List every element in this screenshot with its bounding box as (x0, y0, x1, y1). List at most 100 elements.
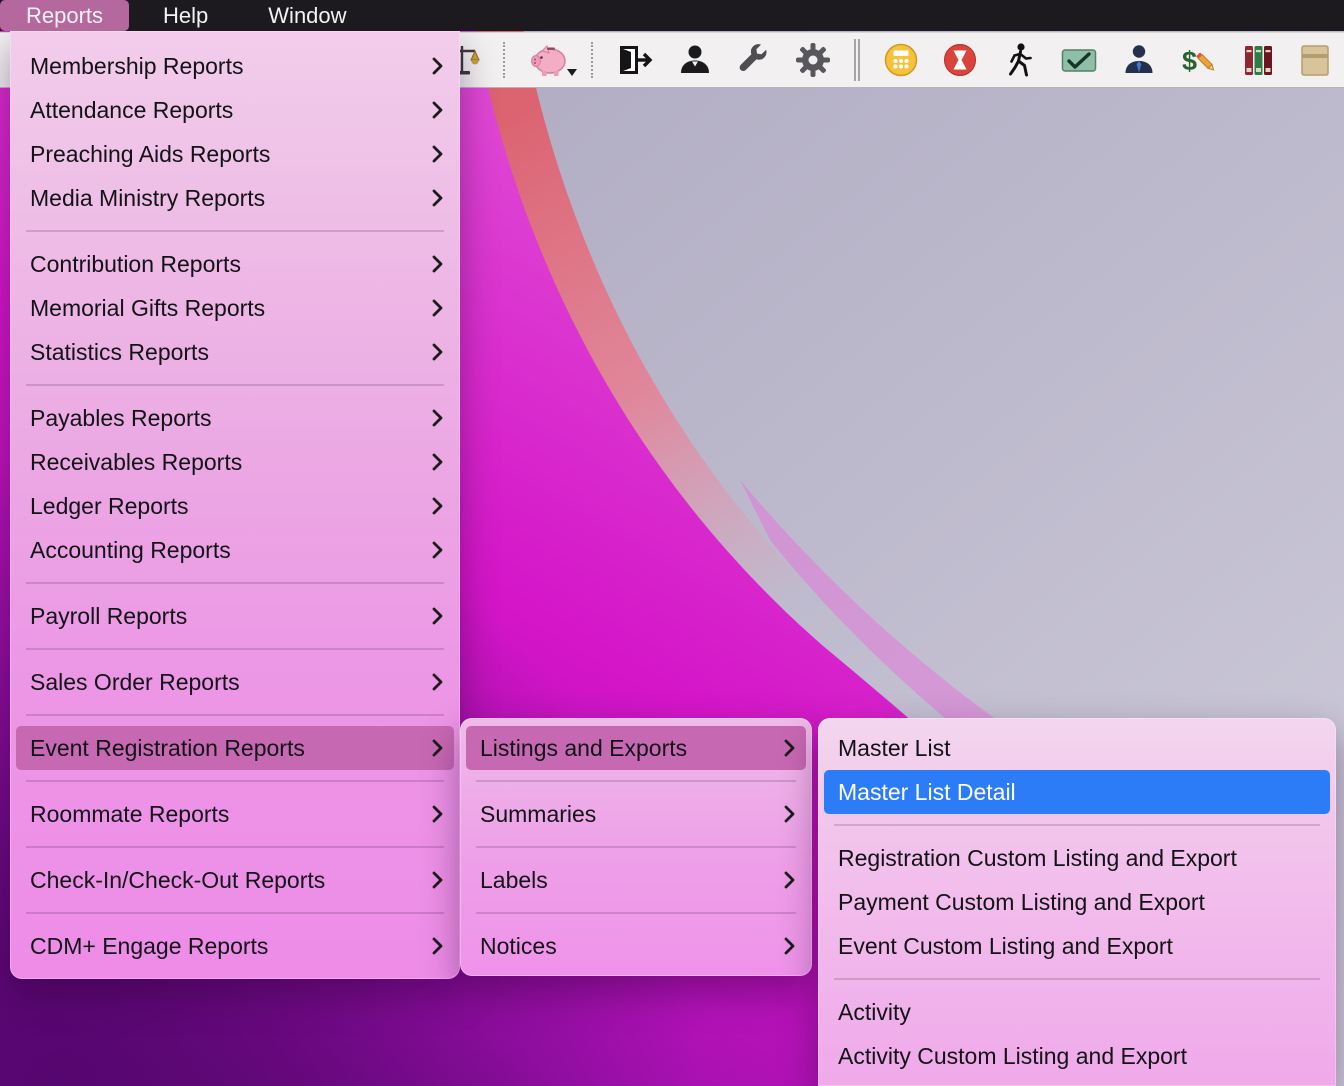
menu-item-labels[interactable]: Labels (466, 858, 806, 902)
menu-item-receivables-reports[interactable]: Receivables Reports (16, 440, 454, 484)
chevron-right-icon (431, 298, 444, 318)
hourglass-icon[interactable] (942, 42, 978, 78)
menu-separator (26, 912, 444, 914)
chevron-right-icon (431, 100, 444, 120)
menubar-item-help[interactable]: Help (137, 0, 234, 31)
menu-item-label: Check-In/Check-Out Reports (30, 867, 325, 894)
menu-item-label: Receivables Reports (30, 449, 242, 476)
menu-item-summaries[interactable]: Summaries (466, 792, 806, 836)
menu-item-label: Attendance Reports (30, 97, 233, 124)
menu-item-master-list-detail[interactable]: Master List Detail (824, 770, 1330, 814)
chevron-right-icon (431, 936, 444, 956)
menu-item-statistics-reports[interactable]: Statistics Reports (16, 330, 454, 374)
chevron-right-icon (783, 870, 796, 890)
menu-item-attendance-reports[interactable]: Attendance Reports (16, 88, 454, 132)
menu-item-label: Contribution Reports (30, 251, 241, 278)
piggy-bank-icon[interactable] (528, 42, 568, 78)
menu-separator (834, 978, 1320, 980)
chevron-right-icon (431, 804, 444, 824)
sign-out-icon[interactable] (616, 42, 654, 78)
menu-item-sales-order-reports[interactable]: Sales Order Reports (16, 660, 454, 704)
menu-item-label: Listings and Exports (480, 735, 687, 762)
menu-item-memorial-gifts-reports[interactable]: Memorial Gifts Reports (16, 286, 454, 330)
chevron-right-icon (783, 936, 796, 956)
menu-item-activity[interactable]: Activity (824, 990, 1330, 1034)
walking-person-icon[interactable] (1001, 42, 1037, 78)
toolbar-separator-double (854, 39, 860, 81)
menu-item-membership-reports[interactable]: Membership Reports (16, 44, 454, 88)
menu-item-preaching-aids-reports[interactable]: Preaching Aids Reports (16, 132, 454, 176)
menu-item-label: Event Registration Reports (30, 735, 305, 762)
menu-item-label: Master List (838, 735, 950, 762)
payroll-dollar-pencil-icon[interactable]: $ (1180, 42, 1218, 78)
menu-item-label: Event Custom Listing and Export (838, 933, 1173, 960)
check-register-icon[interactable] (1060, 42, 1098, 78)
toolbar-separator (503, 42, 505, 78)
menu-separator (834, 824, 1320, 826)
wrench-icon[interactable] (736, 42, 772, 78)
menu-item-label: Membership Reports (30, 53, 243, 80)
menu-item-media-ministry-reports[interactable]: Media Ministry Reports (16, 176, 454, 220)
chevron-right-icon (783, 804, 796, 824)
menu-item-label: Ledger Reports (30, 493, 189, 520)
menu-item-contribution-reports[interactable]: Contribution Reports (16, 242, 454, 286)
dropdown-caret-icon[interactable] (567, 69, 577, 76)
chevron-right-icon (431, 452, 444, 472)
menu-item-label: Statistics Reports (30, 339, 209, 366)
calculator-icon[interactable] (883, 42, 919, 78)
chevron-right-icon (431, 672, 444, 692)
menu-item-payables-reports[interactable]: Payables Reports (16, 396, 454, 440)
menu-item-listings-and-exports[interactable]: Listings and Exports (466, 726, 806, 770)
menu-separator (476, 780, 796, 782)
chevron-right-icon (431, 540, 444, 560)
chevron-right-icon (431, 56, 444, 76)
toolbar-separator (591, 42, 593, 78)
chevron-right-icon (431, 144, 444, 164)
menu-separator (26, 648, 444, 650)
menu-item-label: Activity (838, 999, 911, 1026)
menubar-item-window[interactable]: Window (242, 0, 372, 31)
menu-item-payment-custom-listing-and-export[interactable]: Payment Custom Listing and Export (824, 880, 1330, 924)
menu-separator (476, 846, 796, 848)
menu-item-cdm-engage-reports[interactable]: CDM+ Engage Reports (16, 924, 454, 968)
event-registration-submenu: Listings and Exports Summaries Labels No… (460, 718, 812, 976)
menu-item-label: Summaries (480, 801, 596, 828)
menu-item-check-in-check-out-reports[interactable]: Check-In/Check-Out Reports (16, 858, 454, 902)
menu-item-roommate-reports[interactable]: Roommate Reports (16, 792, 454, 836)
menu-item-label: Notices (480, 933, 557, 960)
ledger-books-icon[interactable] (1241, 42, 1277, 78)
chevron-right-icon (431, 254, 444, 274)
menu-item-activity-custom-listing-and-export[interactable]: Activity Custom Listing and Export (824, 1034, 1330, 1078)
menu-item-label: Payroll Reports (30, 603, 187, 630)
menu-separator (26, 230, 444, 232)
menu-item-event-registration-reports[interactable]: Event Registration Reports (16, 726, 454, 770)
menu-item-notices[interactable]: Notices (466, 924, 806, 968)
menubar-item-reports[interactable]: Reports (0, 0, 129, 31)
menu-item-label: Activity Custom Listing and Export (838, 1043, 1187, 1070)
menu-separator (26, 846, 444, 848)
person-tie-icon[interactable] (1121, 42, 1157, 78)
menu-item-label: Media Ministry Reports (30, 185, 265, 212)
chevron-right-icon (431, 606, 444, 626)
menu-item-label: Registration Custom Listing and Export (838, 845, 1237, 872)
menu-item-event-custom-listing-and-export[interactable]: Event Custom Listing and Export (824, 924, 1330, 968)
menu-separator (26, 582, 444, 584)
menu-item-label: Memorial Gifts Reports (30, 295, 265, 322)
menu-item-label: Preaching Aids Reports (30, 141, 270, 168)
person-icon[interactable] (677, 42, 713, 78)
chevron-right-icon (783, 738, 796, 758)
gear-icon[interactable] (795, 42, 831, 78)
menu-item-label: Master List Detail (838, 779, 1016, 806)
listings-and-exports-submenu: Master List Master List Detail Registrat… (818, 718, 1336, 1086)
menu-item-accounting-reports[interactable]: Accounting Reports (16, 528, 454, 572)
chevron-right-icon (431, 496, 444, 516)
menu-item-label: Accounting Reports (30, 537, 231, 564)
menu-item-master-list[interactable]: Master List (824, 726, 1330, 770)
menu-item-registration-custom-listing-and-export[interactable]: Registration Custom Listing and Export (824, 836, 1330, 880)
chevron-right-icon (431, 870, 444, 890)
archive-icon[interactable] (1300, 42, 1330, 78)
menu-item-payroll-reports[interactable]: Payroll Reports (16, 594, 454, 638)
menu-separator (26, 384, 444, 386)
menu-item-ledger-reports[interactable]: Ledger Reports (16, 484, 454, 528)
chevron-right-icon (431, 408, 444, 428)
